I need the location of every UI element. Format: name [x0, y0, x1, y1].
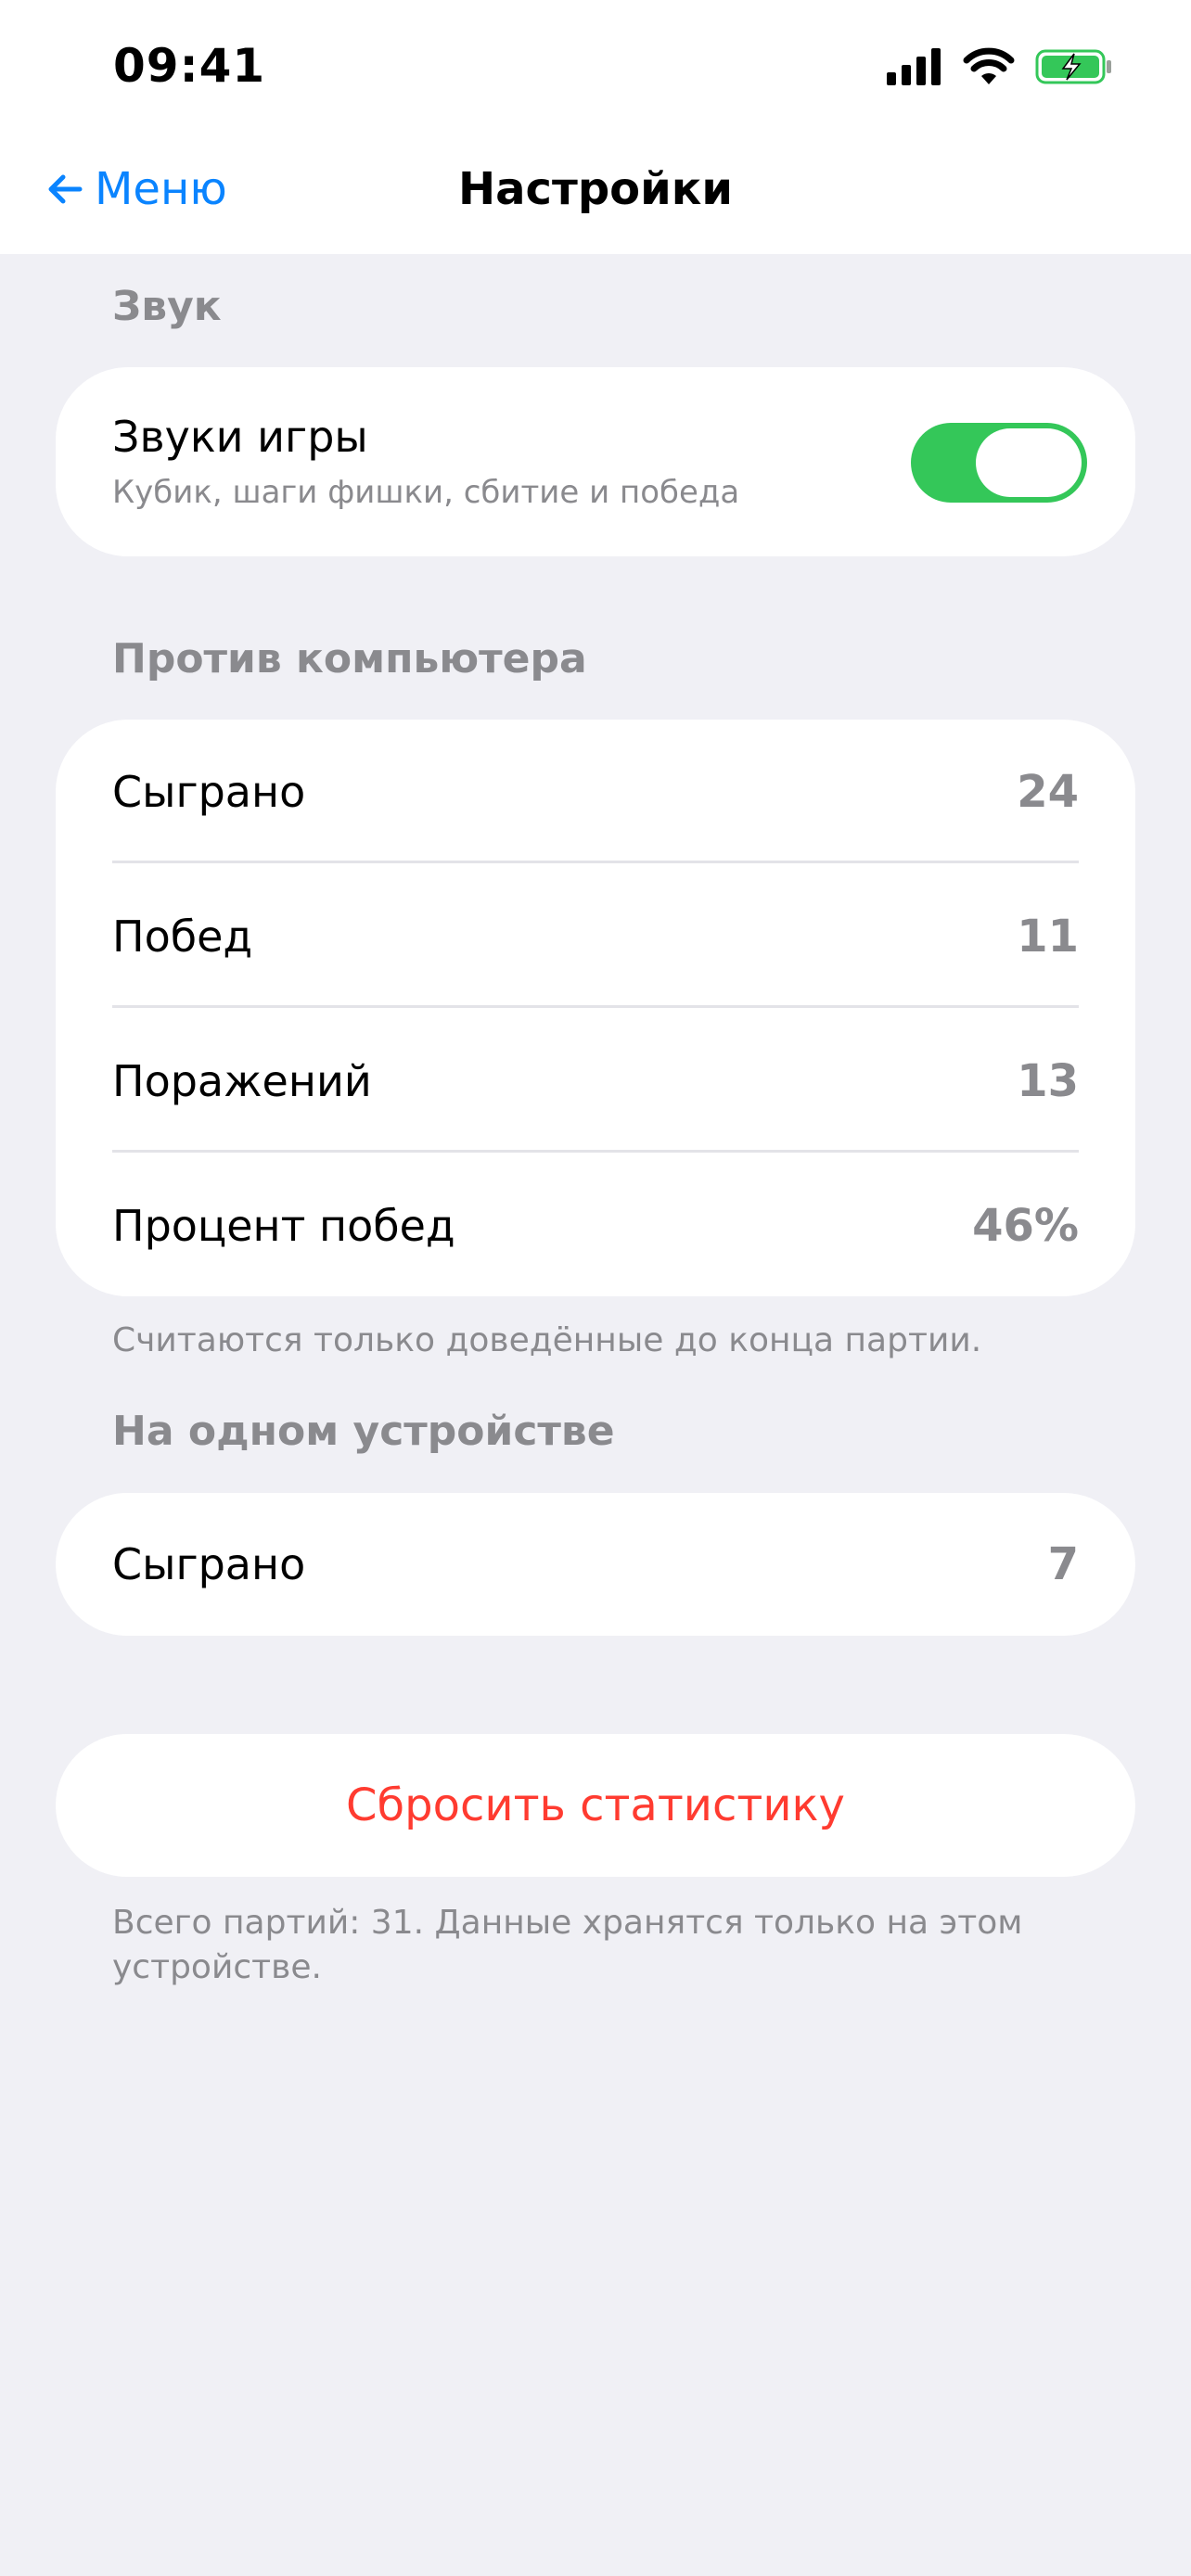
top-bar: 09:41 Меню Настройки — [0, 0, 1191, 254]
stat-label: Сыграно — [112, 767, 306, 817]
cellular-signal-icon — [887, 48, 941, 85]
game-sounds-toggle[interactable] — [911, 423, 1087, 503]
status-icons — [887, 46, 1113, 87]
stat-label: Сыграно — [112, 1539, 306, 1589]
stat-value: 13 — [1017, 1055, 1079, 1107]
stat-row-win-rate: Процент побед 46% — [112, 1189, 1079, 1263]
stat-row-wins: Побед 11 — [112, 899, 1079, 974]
section-header-vs-computer: Против компьютера — [112, 635, 587, 682]
page-title: Настройки — [457, 163, 733, 215]
vs-computer-card: Сыграно 24 Побед 11 Поражений 13 Процент… — [56, 720, 1135, 1296]
sound-toggle-title: Звуки игры — [112, 412, 368, 462]
sound-toggle-subtitle: Кубик, шаги фишки, сбитие и победа — [112, 474, 740, 511]
stat-row-played: Сыграно 7 — [112, 1527, 1079, 1601]
row-divider — [112, 1005, 1079, 1008]
stat-row-losses: Поражений 13 — [112, 1044, 1079, 1118]
stat-row-played: Сыграно 24 — [112, 755, 1079, 829]
status-time: 09:41 — [113, 39, 266, 93]
stat-label: Побед — [112, 912, 253, 962]
battery-charging-icon — [1035, 49, 1111, 84]
stat-label: Поражений — [112, 1056, 372, 1106]
row-divider — [112, 861, 1079, 863]
vs-computer-footnote: Считаются только доведённые до конца пар… — [112, 1321, 982, 1359]
stat-value: 7 — [1047, 1538, 1079, 1590]
footer-note: Всего партий: 31. Данные хранятся только… — [112, 1904, 1023, 1986]
same-device-card: Сыграно 7 — [56, 1493, 1135, 1636]
stat-value: 24 — [1017, 766, 1079, 818]
section-header-same-device: На одном устройстве — [112, 1408, 615, 1455]
section-header-sound: Звук — [112, 283, 222, 330]
toggle-knob — [976, 428, 1082, 497]
stat-value: 46% — [972, 1200, 1079, 1252]
wifi-icon — [963, 47, 1015, 84]
reset-stats-button[interactable]: Сбросить статистику — [56, 1734, 1135, 1877]
stat-label: Процент побед — [112, 1201, 455, 1251]
stat-value: 11 — [1017, 911, 1079, 963]
row-divider — [112, 1150, 1079, 1153]
sound-card: Звуки игры Кубик, шаги фишки, сбитие и п… — [56, 367, 1135, 556]
